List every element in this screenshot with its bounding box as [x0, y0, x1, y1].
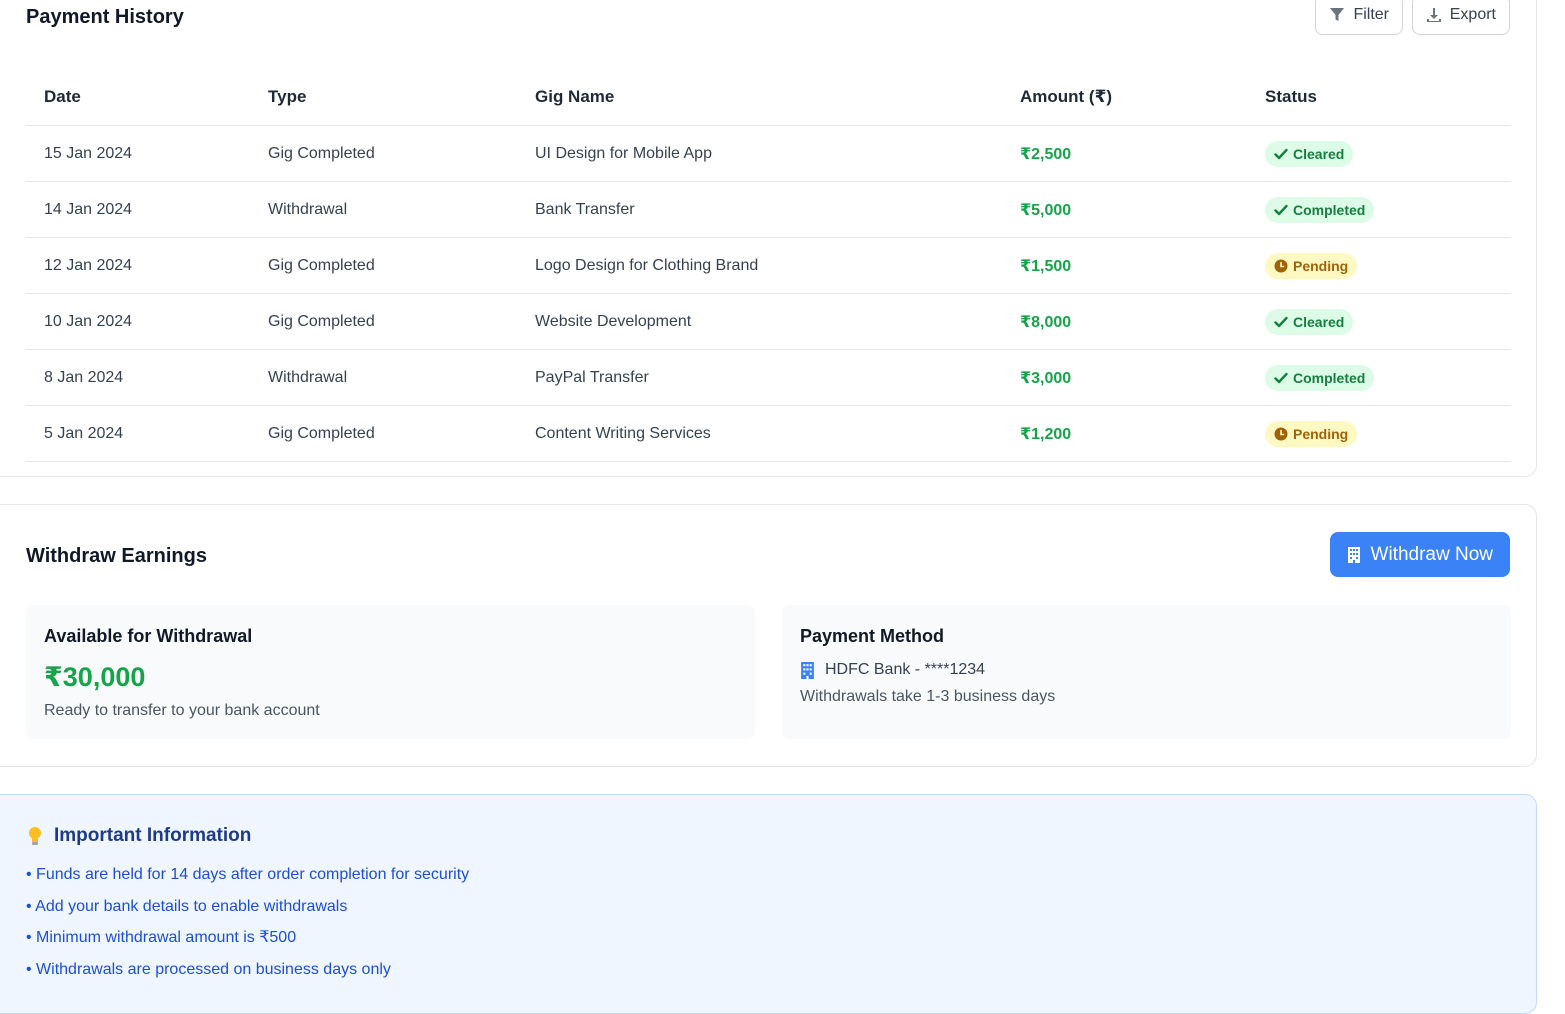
cell-type: Withdrawal [250, 349, 517, 406]
cell-date: 5 Jan 2024 [26, 405, 250, 462]
download-icon [1426, 8, 1441, 22]
withdraw-now-button[interactable]: Withdraw Now [1329, 532, 1510, 577]
check-icon [1274, 316, 1288, 327]
table-row: 14 Jan 2024 Withdrawal Bank Transfer ₹5,000… [26, 181, 1511, 238]
check-icon [1274, 148, 1288, 159]
column-header-type: Type [250, 69, 517, 126]
clock-icon [1274, 427, 1288, 440]
information-item: • Funds are held for 14 days after order… [26, 866, 470, 883]
important-information-heading: Important Information [26, 825, 251, 847]
filter-button[interactable]: Filter [1315, 0, 1403, 35]
cell-gig-name: UI Design for Mobile App [517, 125, 1002, 182]
cell-type: Gig Completed [250, 293, 517, 350]
building-icon [1347, 546, 1360, 563]
cell-amount: ₹1,500 [1002, 237, 1247, 294]
payment-history-card: Payment History Filter Export Date Type … [0, 0, 1537, 477]
export-button-label: Export [1449, 6, 1496, 23]
cell-type: Gig Completed [250, 405, 517, 462]
available-note: Ready to transfer to your bank account [44, 702, 320, 719]
important-information-card: Important Information • Funds are held f… [0, 794, 1537, 1014]
cell-status: Completed [1247, 181, 1511, 238]
export-button[interactable]: Export [1411, 0, 1510, 35]
status-badge-label: Pending [1293, 425, 1349, 442]
status-badge-label: Pending [1293, 257, 1349, 274]
information-item: • Withdrawals are processed on business … [26, 960, 391, 978]
column-header-amount: Amount (₹) [1002, 69, 1247, 126]
table-row: 15 Jan 2024 Gig Completed UI Design for Mo… [26, 125, 1511, 182]
status-badge: Completed [1265, 196, 1375, 223]
filter-button-label: Filter [1353, 6, 1389, 23]
cell-type: Withdrawal [250, 181, 517, 238]
information-list: • Funds are held for 14 days after order… [26, 863, 469, 989]
withdraw-earnings-title: Withdraw Earnings [26, 545, 207, 567]
cell-amount: ₹8,000 [1002, 293, 1247, 350]
status-badge: Cleared [1265, 308, 1354, 335]
status-badge-label: Cleared [1293, 145, 1345, 162]
cell-date: 14 Jan 2024 [26, 181, 250, 238]
cell-date: 15 Jan 2024 [26, 125, 250, 182]
cell-status: Cleared [1247, 125, 1511, 182]
cell-date: 8 Jan 2024 [26, 349, 250, 406]
column-header-date: Date [26, 69, 250, 126]
cell-status: Pending [1247, 405, 1511, 462]
table-row: 8 Jan 2024 Withdrawal PayPal Transfer ₹3,00… [26, 349, 1511, 406]
bank-account-row: HDFC Bank - ****1234 [800, 661, 985, 679]
cell-type: Gig Completed [250, 125, 517, 182]
cell-status: Completed [1247, 349, 1511, 406]
available-amount: ₹30,000 [44, 662, 146, 692]
payment-method-panel: Payment Method HDFC Bank - ****1234 With… [782, 605, 1511, 739]
payment-method-note: Withdrawals take 1-3 business days [800, 688, 1056, 705]
table-row: 10 Jan 2024 Gig Completed Website Developm… [26, 293, 1511, 350]
cell-amount: ₹2,500 [1002, 125, 1247, 182]
status-badge-label: Cleared [1293, 313, 1345, 330]
status-badge: Pending [1265, 252, 1358, 279]
cell-gig-name: Website Development [517, 293, 1002, 350]
cell-status: Pending [1247, 237, 1511, 294]
column-header-gig-name: Gig Name [517, 69, 1002, 126]
cell-amount: ₹3,000 [1002, 349, 1247, 406]
available-title: Available for Withdrawal [44, 626, 253, 646]
cell-gig-name: Content Writing Services [517, 405, 1002, 462]
clock-icon [1274, 259, 1288, 272]
lightbulb-icon [29, 827, 41, 845]
withdraw-now-label: Withdraw Now [1370, 543, 1493, 565]
bank-account-label: HDFC Bank - ****1234 [825, 661, 986, 678]
cell-gig-name: PayPal Transfer [517, 349, 1002, 406]
payment-history-title: Payment History [26, 6, 184, 28]
cell-amount: ₹5,000 [1002, 181, 1247, 238]
payment-history-table: Date Type Gig Name Amount (₹) Status 15 … [26, 69, 1511, 462]
information-item: • Add your bank details to enable withdr… [26, 897, 348, 915]
status-badge-label: Completed [1293, 201, 1366, 218]
cell-type: Gig Completed [250, 237, 517, 294]
status-badge: Completed [1265, 364, 1375, 391]
cell-date: 12 Jan 2024 [26, 237, 250, 294]
withdraw-earnings-card: Withdraw Earnings Withdraw Now Available… [0, 504, 1537, 767]
important-information-title: Important Information [54, 825, 252, 846]
column-header-status: Status [1247, 69, 1511, 126]
status-badge: Cleared [1265, 140, 1354, 167]
payment-method-title: Payment Method [800, 626, 945, 646]
check-icon [1274, 204, 1288, 215]
building-icon [801, 661, 814, 679]
status-badge: Pending [1265, 420, 1358, 447]
status-badge-label: Completed [1293, 369, 1366, 386]
filter-icon [1330, 8, 1345, 21]
table-row: 5 Jan 2024 Gig Completed Content Writing S… [26, 405, 1511, 462]
information-item: • Minimum withdrawal amount is ₹500 [26, 929, 297, 946]
table-header-row: Date Type Gig Name Amount (₹) Status [26, 69, 1511, 126]
cell-gig-name: Bank Transfer [517, 181, 1002, 238]
cell-gig-name: Logo Design for Clothing Brand [517, 237, 1002, 294]
table-row: 12 Jan 2024 Gig Completed Logo Design for … [26, 237, 1511, 294]
cell-amount: ₹1,200 [1002, 405, 1247, 462]
check-icon [1274, 372, 1288, 383]
cell-status: Cleared [1247, 293, 1511, 350]
available-balance-panel: Available for Withdrawal ₹30,000 Ready t… [26, 605, 755, 739]
cell-date: 10 Jan 2024 [26, 293, 250, 350]
